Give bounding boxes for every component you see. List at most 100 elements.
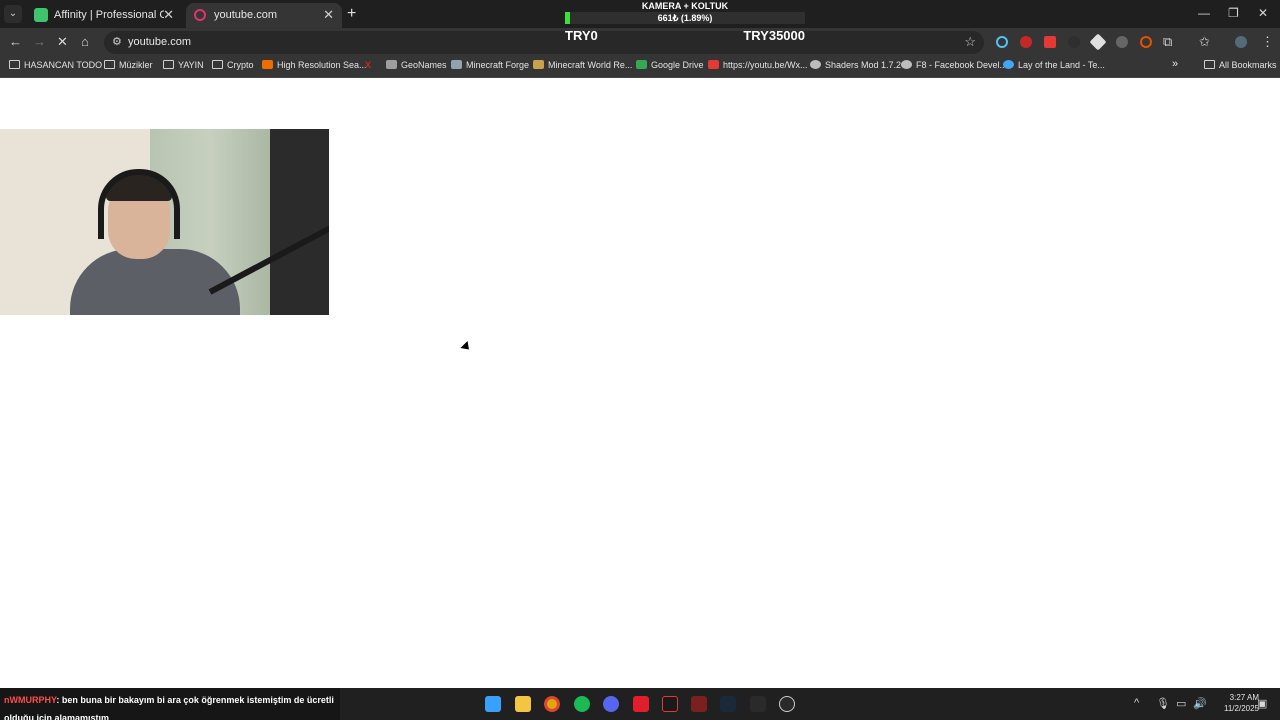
site-info-icon[interactable]: ⚙ bbox=[112, 35, 122, 48]
bookmark-label: Müzikler bbox=[119, 60, 153, 70]
bookmark-item[interactable]: Müzikler bbox=[104, 60, 153, 70]
donation-goal-overlay: KAMERA + KOLTUK 661₺ (1.89%) TRY0 TRY350… bbox=[565, 0, 805, 46]
home-icon[interactable]: ⌂ bbox=[81, 34, 89, 49]
folder-icon bbox=[9, 60, 20, 69]
tab-search-button[interactable]: ⌄ bbox=[4, 5, 22, 23]
forge-icon bbox=[451, 60, 462, 69]
notification-icon[interactable]: ▣ bbox=[1257, 697, 1267, 710]
loading-spinner-icon bbox=[194, 9, 206, 21]
bookmark-label: All Bookmarks bbox=[1219, 60, 1277, 70]
favorites-icon[interactable]: ✩ bbox=[1199, 34, 1210, 50]
bookmark-star-icon[interactable]: ☆ bbox=[964, 34, 976, 50]
microphone-icon[interactable]: 🎙 bbox=[1156, 697, 1170, 710]
globe-icon bbox=[810, 60, 821, 69]
system-clock[interactable]: 3:27 AM 11/2/2025 bbox=[1209, 692, 1259, 714]
app-red-icon[interactable] bbox=[633, 696, 649, 712]
affinity-favicon-icon bbox=[34, 8, 48, 22]
webcam-feed bbox=[0, 129, 329, 315]
globe-icon bbox=[1003, 60, 1014, 69]
extension-icon[interactable] bbox=[1089, 33, 1107, 51]
address-url[interactable]: youtube.com bbox=[128, 36, 191, 48]
folder-icon bbox=[104, 60, 115, 69]
bookmark-item[interactable]: F8 - Facebook Devel... bbox=[901, 60, 1007, 70]
mouse-cursor-icon bbox=[460, 340, 473, 354]
bookmark-item[interactable]: Crypto bbox=[212, 60, 254, 70]
chat-message-overlay: nWMURPHY: ben buna bir bakayım bi ara ço… bbox=[0, 688, 340, 723]
folder-icon bbox=[1204, 60, 1215, 69]
close-tab-icon[interactable]: ✕ bbox=[323, 7, 334, 23]
bookmark-label: YAYIN bbox=[178, 60, 204, 70]
bookmark-item[interactable]: GeoNames bbox=[386, 60, 447, 70]
blogger-icon bbox=[262, 60, 273, 69]
forward-icon[interactable]: → bbox=[33, 34, 46, 49]
extension-icon[interactable] bbox=[996, 36, 1008, 48]
app-box-icon[interactable] bbox=[691, 696, 707, 712]
address-bar[interactable]: ⚙ youtube.com ☆ bbox=[104, 31, 984, 54]
bookmark-label: F8 - Facebook Devel... bbox=[916, 60, 1008, 70]
youtube-icon bbox=[708, 60, 719, 69]
network-icon[interactable]: ▭ bbox=[1176, 697, 1186, 710]
app-g-icon[interactable] bbox=[750, 696, 766, 712]
chat-username: nWMURPHY bbox=[4, 695, 57, 705]
bookmark-item[interactable]: Google Drive bbox=[636, 60, 704, 70]
bookmark-item[interactable]: Minecraft World Re... bbox=[533, 60, 632, 70]
extension-icon[interactable] bbox=[1020, 36, 1032, 48]
bookmark-label: High Resolution Sea... bbox=[277, 60, 367, 70]
bookmark-item[interactable]: YAYIN bbox=[163, 60, 204, 70]
bookmark-label: https://youtu.be/Wx... bbox=[723, 60, 808, 70]
back-icon[interactable]: ← bbox=[9, 34, 22, 49]
steam-icon[interactable] bbox=[720, 696, 736, 712]
globe-icon bbox=[901, 60, 912, 69]
extension-icon[interactable] bbox=[1116, 36, 1128, 48]
bookmark-label: Shaders Mod 1.7.2 bbox=[825, 60, 902, 70]
folder-icon bbox=[212, 60, 223, 69]
minecraft-icon bbox=[533, 60, 544, 69]
bookmark-label: GeoNames bbox=[401, 60, 447, 70]
bookmark-item[interactable]: Lay of the Land - Te... bbox=[1003, 60, 1105, 70]
chrome-icon[interactable] bbox=[544, 696, 560, 712]
minimize-icon[interactable]: — bbox=[1198, 6, 1210, 20]
all-bookmarks-button[interactable]: All Bookmarks bbox=[1204, 60, 1277, 70]
folder-icon bbox=[163, 60, 174, 69]
profile-avatar[interactable] bbox=[1235, 36, 1247, 48]
tab-title: Affinity | Professional Creative S bbox=[54, 9, 164, 21]
tab-title: youtube.com bbox=[214, 9, 277, 21]
stop-icon[interactable]: ✕ bbox=[57, 34, 68, 50]
bookmarks-overflow-icon[interactable]: » bbox=[1172, 58, 1178, 70]
tab-youtube[interactable]: youtube.com ✕ bbox=[186, 3, 342, 28]
goal-min-label: TRY0 bbox=[565, 28, 598, 43]
bookmark-x-icon[interactable]: X bbox=[365, 60, 371, 70]
spotify-icon[interactable] bbox=[574, 696, 590, 712]
extension-icon[interactable] bbox=[1068, 36, 1080, 48]
bookmark-item[interactable]: Shaders Mod 1.7.2 bbox=[810, 60, 901, 70]
extension-icon[interactable] bbox=[1140, 36, 1152, 48]
windows-start-icon[interactable] bbox=[485, 696, 501, 712]
close-tab-icon[interactable]: ✕ bbox=[163, 7, 174, 23]
bookmark-item[interactable]: https://youtu.be/Wx... bbox=[708, 60, 808, 70]
extension-icon[interactable] bbox=[1044, 36, 1056, 48]
tab-affinity[interactable]: Affinity | Professional Creative S ✕ bbox=[26, 3, 182, 28]
tray-overflow-icon[interactable]: ^ bbox=[1134, 697, 1139, 709]
geonames-icon bbox=[386, 60, 397, 69]
restore-icon[interactable]: ❐ bbox=[1228, 6, 1239, 20]
bookmark-label: Google Drive bbox=[651, 60, 704, 70]
discord-icon[interactable] bbox=[603, 696, 619, 712]
bookmark-item[interactable]: High Resolution Sea... bbox=[262, 60, 367, 70]
app-stripes-icon[interactable] bbox=[662, 696, 678, 712]
taskbar: nWMURPHY: ben buna bir bakayım bi ara ço… bbox=[0, 688, 1280, 723]
clock-time: 3:27 AM bbox=[1229, 693, 1259, 702]
new-tab-icon[interactable]: + bbox=[347, 5, 356, 23]
goal-max-label: TRY35000 bbox=[743, 28, 805, 43]
app-circle-icon[interactable] bbox=[779, 696, 795, 712]
extensions-puzzle-icon[interactable]: ⧉ bbox=[1163, 34, 1172, 50]
file-explorer-icon[interactable] bbox=[515, 696, 531, 712]
clock-date: 11/2/2025 bbox=[1224, 704, 1259, 713]
menu-kebab-icon[interactable]: ⋮ bbox=[1261, 34, 1274, 50]
volume-icon[interactable]: 🔊 bbox=[1193, 697, 1207, 710]
bookmark-item[interactable]: HASANCAN TODO bbox=[9, 60, 102, 70]
bookmark-label: Minecraft World Re... bbox=[548, 60, 633, 70]
goal-title: KAMERA + KOLTUK bbox=[641, 1, 729, 11]
bookmark-label: Crypto bbox=[227, 60, 254, 70]
bookmark-item[interactable]: Minecraft Forge bbox=[451, 60, 529, 70]
window-close-icon[interactable]: ✕ bbox=[1258, 6, 1268, 20]
